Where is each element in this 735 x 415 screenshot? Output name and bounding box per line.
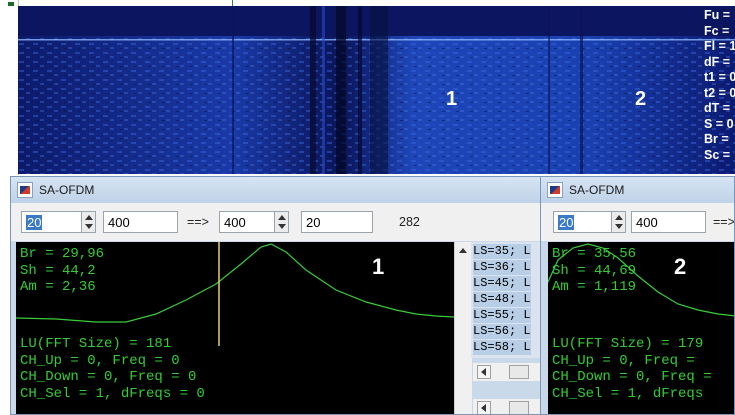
readout-fc: Fc = — [704, 23, 730, 38]
ls-list[interactable]: LS=35; L LS=36; L LS=45; L LS=48; L LS=5… — [471, 242, 541, 358]
scope-2-label: 2 — [674, 254, 687, 279]
end-frequency-input[interactable]: 400 — [631, 211, 706, 233]
readout-s: S = 0 — [704, 116, 734, 131]
step-value: 20 — [306, 215, 321, 230]
end-frequency-value: 400 — [636, 215, 658, 230]
scroll-thumb[interactable] — [509, 365, 529, 379]
br-value: Br = 29,96 — [20, 246, 105, 262]
spectrogram-label-2: 2 — [635, 88, 647, 110]
end-frequency-value: 400 — [108, 215, 130, 230]
ls-item[interactable]: LS=45; L — [473, 276, 531, 292]
scroll-left-icon — [481, 368, 486, 376]
fft-size-value: LU(FFT Size) = 181 — [20, 336, 172, 352]
app-icon — [547, 182, 563, 198]
ls-item[interactable]: LS=58; L — [473, 340, 531, 356]
ls-item[interactable]: LS=48; L — [473, 292, 531, 308]
ch-sel-value: CH_Sel = 1, dFreqs = 0 — [20, 385, 205, 402]
ls-item[interactable]: LS=36; L — [473, 260, 531, 276]
scope-1-label: 1 — [372, 254, 385, 279]
window-1-titlebar[interactable]: SA-OFDM — [11, 177, 541, 203]
app-frame-marker-bar — [8, 2, 14, 6]
ch-down-value: CH_Down = 0, Freq = 0 — [20, 369, 197, 385]
ls-item[interactable]: LS=55; L — [473, 308, 531, 324]
br-value: Br = 35,56 — [552, 246, 637, 262]
ch-up-value: CH_Up = 0, Freq = — [552, 352, 695, 369]
sample-count: 282 — [399, 215, 420, 229]
spectrogram-image — [18, 6, 735, 174]
ls-horizontal-scrollbar-2[interactable] — [473, 399, 541, 414]
window-2-title: SA-OFDM — [569, 183, 625, 197]
spectrogram-panel[interactable]: 1 2 Fu = Fc = Fl = 1 dF = t1 = 0 t2 = 0 … — [18, 6, 735, 174]
readout-df: dF = — [704, 54, 731, 69]
app-icon — [17, 182, 33, 198]
sa-ofdm-window-2[interactable]: SA-OFDM 20 400 ==> Br = 35,56 Sh = 44,69… — [540, 176, 735, 415]
sa-ofdm-window-1[interactable]: SA-OFDM 20 400 ==> 400 20 282 Br = 29,96… — [10, 176, 542, 415]
target-stepper[interactable] — [274, 211, 289, 233]
spin-start-value: 20 — [26, 215, 43, 230]
step-input[interactable]: 20 — [301, 211, 373, 233]
fft-size-value: LU(FFT Size) = 179 — [552, 336, 704, 352]
ls-horizontal-scrollbar[interactable] — [473, 363, 541, 381]
scroll-thumb-2[interactable] — [509, 401, 529, 414]
scroll-up-icon[interactable] — [459, 248, 467, 253]
sh-value: Sh = 44,2 — [20, 262, 96, 279]
window-2-toolbar: 20 400 ==> — [541, 203, 734, 241]
arrow-label: ==> — [187, 215, 209, 229]
readout-fu: Fu = — [704, 8, 731, 22]
ls-item[interactable]: LS=56; L — [473, 324, 531, 340]
ch-sel-value: CH_Sel = 1, dFreqs — [552, 385, 704, 402]
readout-br: Br = — [704, 132, 729, 146]
spin-start-stepper[interactable] — [611, 211, 626, 233]
scroll-left-icon — [481, 404, 486, 412]
end-frequency-input[interactable]: 400 — [103, 211, 178, 233]
ch-up-value: CH_Up = 0, Freq = 0 — [20, 352, 180, 369]
arrow-label: ==> — [713, 215, 735, 229]
readout-sc: Sc = — [704, 147, 731, 162]
readout-t2: t2 = 0 — [704, 85, 735, 100]
spin-start-stepper[interactable] — [81, 211, 96, 233]
window-2-titlebar[interactable]: SA-OFDM — [541, 177, 734, 203]
app-frame-edge — [0, 0, 19, 175]
window-1-title: SA-OFDM — [39, 183, 95, 197]
sh-value: Sh = 44,69 — [552, 262, 637, 279]
am-value: Am = 2,36 — [20, 279, 96, 295]
ls-item[interactable]: LS=35; L — [473, 244, 531, 260]
target-value: 400 — [224, 215, 246, 230]
readout-fl: Fl = 1 — [704, 39, 735, 53]
window-1-scope[interactable]: Br = 29,96 Sh = 44,2 Am = 2,36 1 LU(FFT … — [16, 242, 454, 414]
spin-start-value: 20 — [558, 215, 575, 230]
scroll-left-button-2[interactable] — [477, 401, 491, 414]
scroll-left-button[interactable] — [477, 365, 491, 379]
readout-t1: t1 = 0 — [704, 70, 735, 84]
spectrogram-label-1: 1 — [446, 88, 458, 110]
scope-1-vertical-scrollbar[interactable] — [454, 242, 472, 414]
readout-dt: dT = — [704, 101, 731, 115]
ch-down-value: CH_Down = 0, Freq = — [552, 369, 712, 385]
window-1-toolbar: 20 400 ==> 400 20 282 — [11, 203, 541, 241]
am-value: Am = 1,119 — [552, 279, 637, 295]
window-2-scope[interactable]: Br = 35,56 Sh = 44,69 Am = 1,119 2 LU(FF… — [548, 242, 734, 414]
